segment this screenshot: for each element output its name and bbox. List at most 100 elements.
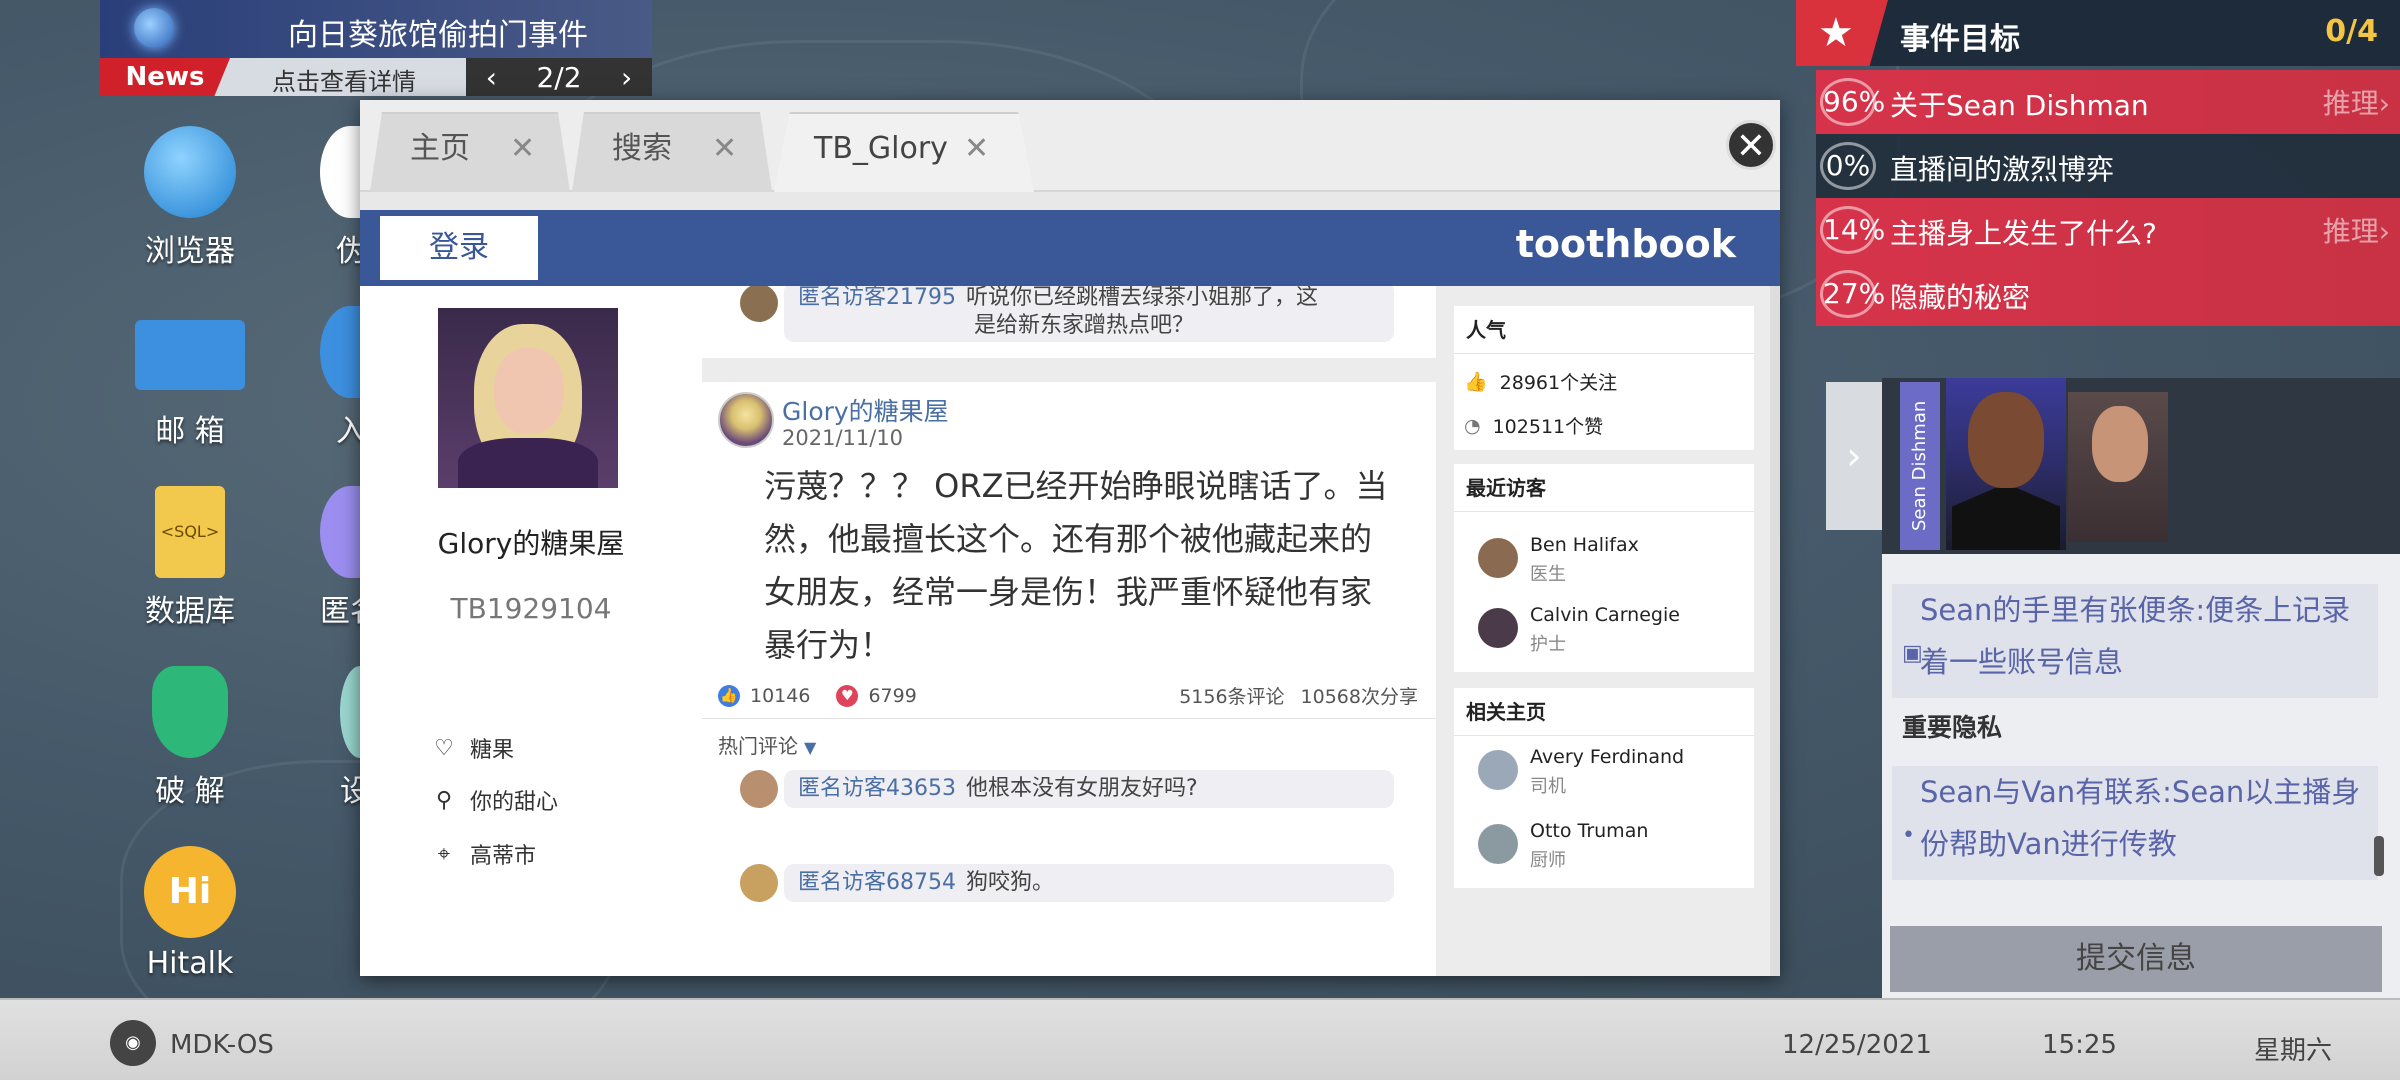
- tab-label: 主页: [410, 131, 470, 166]
- comment[interactable]: 匿名访客43653 他根本没有女朋友好吗?: [784, 770, 1394, 808]
- app-label: 浏览器: [145, 234, 235, 269]
- goal-text: 隐藏的秘密: [1890, 281, 2031, 314]
- app-browser[interactable]: 浏览器: [110, 126, 270, 270]
- visitors-title: 最近访客: [1454, 464, 1754, 512]
- share-count[interactable]: 10568次分享: [1301, 682, 1418, 709]
- tab-tb-glory[interactable]: TB_Glory ✕: [774, 112, 1034, 192]
- body-shape: [458, 438, 598, 488]
- clue-item[interactable]: ▣ Sean的手里有张便条:便条上记录着一些账号信息: [1892, 584, 2378, 698]
- visitor-name: Ben Halifax: [1530, 534, 1639, 556]
- submit-button[interactable]: 提交信息: [1890, 926, 2382, 992]
- news-page-indicator: 2/2: [536, 60, 582, 94]
- comment-user[interactable]: 匿名访客43653: [798, 776, 956, 801]
- app-hitalk[interactable]: Hi Hitalk: [110, 846, 270, 981]
- globe-icon: [144, 126, 236, 218]
- os-name: MDK-OS: [170, 1030, 274, 1060]
- avatar: [740, 770, 778, 808]
- caret-down-icon: ▼: [804, 738, 817, 757]
- infer-button[interactable]: 推理›: [2323, 82, 2390, 122]
- character-card[interactable]: Sean Dishman: [1882, 378, 2400, 554]
- news-ticker[interactable]: 向日葵旅馆偷拍门事件 News 点击查看详情 ‹ 2/2 ›: [100, 0, 652, 96]
- news-tag: News: [100, 58, 230, 96]
- goal-item[interactable]: 0% 直播间的激烈博弈: [1816, 134, 2400, 198]
- tab-label: 搜索: [612, 131, 672, 166]
- comment-user[interactable]: 匿名访客68754: [798, 870, 956, 895]
- visitor-item[interactable]: Calvin Carnegie 护士: [1478, 598, 1748, 658]
- clue-scrollbar[interactable]: [2374, 836, 2384, 876]
- close-icon[interactable]: ✕: [510, 114, 535, 184]
- comment-text: 听说你已经跳槽去绿茶小姐那了，这: [966, 286, 1319, 310]
- profile-info-text: 糖果: [470, 738, 515, 763]
- goal-text: 直播间的激烈博弈: [1890, 153, 2115, 186]
- profile-info-row: ⚲ 你的甜心: [432, 784, 558, 816]
- comment[interactable]: 匿名访客68754 狗咬狗。: [784, 864, 1394, 902]
- app-mail[interactable]: 邮 箱: [110, 306, 270, 450]
- related-item[interactable]: Otto Truman 厨师: [1478, 814, 1748, 874]
- event-goals-count: 0/4: [2325, 14, 2378, 49]
- clue-section-title: 重要隐私: [1902, 713, 2003, 742]
- avatar[interactable]: [718, 392, 774, 448]
- star-icon: ★: [1796, 0, 1888, 66]
- like-count: 10146: [750, 684, 811, 707]
- character-portrait: [2068, 392, 2168, 542]
- character-portrait: [1946, 378, 2066, 550]
- app-label: 数据库: [145, 594, 235, 629]
- popularity-title: 人气: [1454, 306, 1754, 354]
- face-shape: [494, 348, 564, 434]
- comment-user[interactable]: 匿名访客21795: [798, 286, 956, 310]
- taskbar: ◉ MDK-OS 12/25/2021 15:25 星期六: [0, 998, 2400, 1080]
- login-button[interactable]: 登录: [380, 216, 538, 280]
- note-icon: ▣: [1902, 641, 1923, 666]
- comment-text: 是给新东家蹭热点吧？: [974, 313, 1195, 338]
- goal-progress: 96%: [1820, 78, 1885, 126]
- clue-panel: Sean Dishman ▣ Sean的手里有张便条:便条上记录着一些账号信息 …: [1882, 378, 2400, 998]
- comment-count[interactable]: 5156条评论: [1179, 682, 1284, 709]
- related-item[interactable]: Avery Ferdinand 司机: [1478, 740, 1748, 800]
- clue-item[interactable]: • Sean与Van有联系:Sean以主播身份帮助Van进行传教: [1892, 766, 2378, 880]
- rss-icon: ◔: [1464, 414, 1481, 437]
- close-icon[interactable]: ✕: [712, 114, 737, 184]
- related-box: 相关主页 Avery Ferdinand 司机 Otto Truman 厨师: [1454, 688, 1754, 888]
- infer-button[interactable]: 推理›: [2323, 210, 2390, 250]
- chevron-right-icon[interactable]: ›: [621, 61, 632, 94]
- goal-item[interactable]: 14% 主播身上发生了什么? 推理›: [1816, 198, 2400, 262]
- followers-count: 28961个关注: [1499, 372, 1618, 394]
- profile-info-text: 你的甜心: [470, 790, 559, 815]
- heart-count: 6799: [868, 684, 917, 707]
- shield-key-icon: [152, 666, 228, 758]
- app-label: Hitalk: [146, 946, 234, 981]
- news-detail-link[interactable]: 点击查看详情: [272, 62, 416, 97]
- hot-comments-toggle[interactable]: 热门评论 ▼: [718, 730, 816, 759]
- likes-row: ◔ 102511个赞: [1464, 412, 1603, 439]
- tab-search[interactable]: 搜索 ✕: [572, 112, 772, 192]
- visitor-item[interactable]: Ben Halifax 医生: [1478, 528, 1748, 588]
- os-logo-icon[interactable]: ◉: [110, 1020, 156, 1066]
- post-card: 匿名访客21795 听说你已经跳槽去绿茶小姐那了，这 是给新东家蹭热点吧？: [702, 286, 1436, 358]
- goal-text: 主播身上发生了什么?: [1890, 217, 2157, 250]
- comment[interactable]: 匿名访客21795 听说你已经跳槽去绿茶小姐那了，这 是给新东家蹭热点吧？: [784, 286, 1394, 342]
- visitor-role: 医生: [1530, 564, 1566, 585]
- close-icon[interactable]: ✕: [964, 114, 989, 184]
- goal-progress: 27%: [1820, 270, 1885, 318]
- divider: [702, 718, 1436, 719]
- like-icon[interactable]: 👍: [718, 684, 740, 707]
- post-author[interactable]: Glory的糖果屋: [782, 392, 949, 428]
- tab-home[interactable]: 主页 ✕: [370, 112, 570, 192]
- news-headline[interactable]: 向日葵旅馆偷拍门事件: [288, 10, 588, 54]
- taskbar-date: 12/25/2021: [1782, 1030, 1932, 1060]
- avatar: [1478, 538, 1518, 578]
- page-scrollbar[interactable]: [1770, 286, 1780, 976]
- goal-item[interactable]: 96% 关于Sean Dishman 推理›: [1816, 70, 2400, 134]
- post-stats: 👍 10146 ♥ 6799 5156条评论 10568次分享: [718, 682, 1418, 709]
- chevron-left-icon[interactable]: ‹: [486, 61, 497, 94]
- app-database[interactable]: <SQL> 数据库: [110, 486, 270, 630]
- profile-info-row: ⌖ 高蒂市: [432, 838, 536, 870]
- chevron-right-icon[interactable]: ›: [1826, 382, 1882, 530]
- app-crack[interactable]: 破 解: [110, 666, 270, 810]
- related-role: 厨师: [1530, 850, 1566, 871]
- goal-item[interactable]: 27% 隐藏的秘密: [1816, 262, 2400, 326]
- tie-icon: ⚲: [435, 787, 453, 813]
- close-window-button[interactable]: ✕: [1726, 120, 1776, 170]
- heart-icon[interactable]: ♥: [836, 684, 859, 707]
- tab-label: TB_Glory: [814, 131, 948, 166]
